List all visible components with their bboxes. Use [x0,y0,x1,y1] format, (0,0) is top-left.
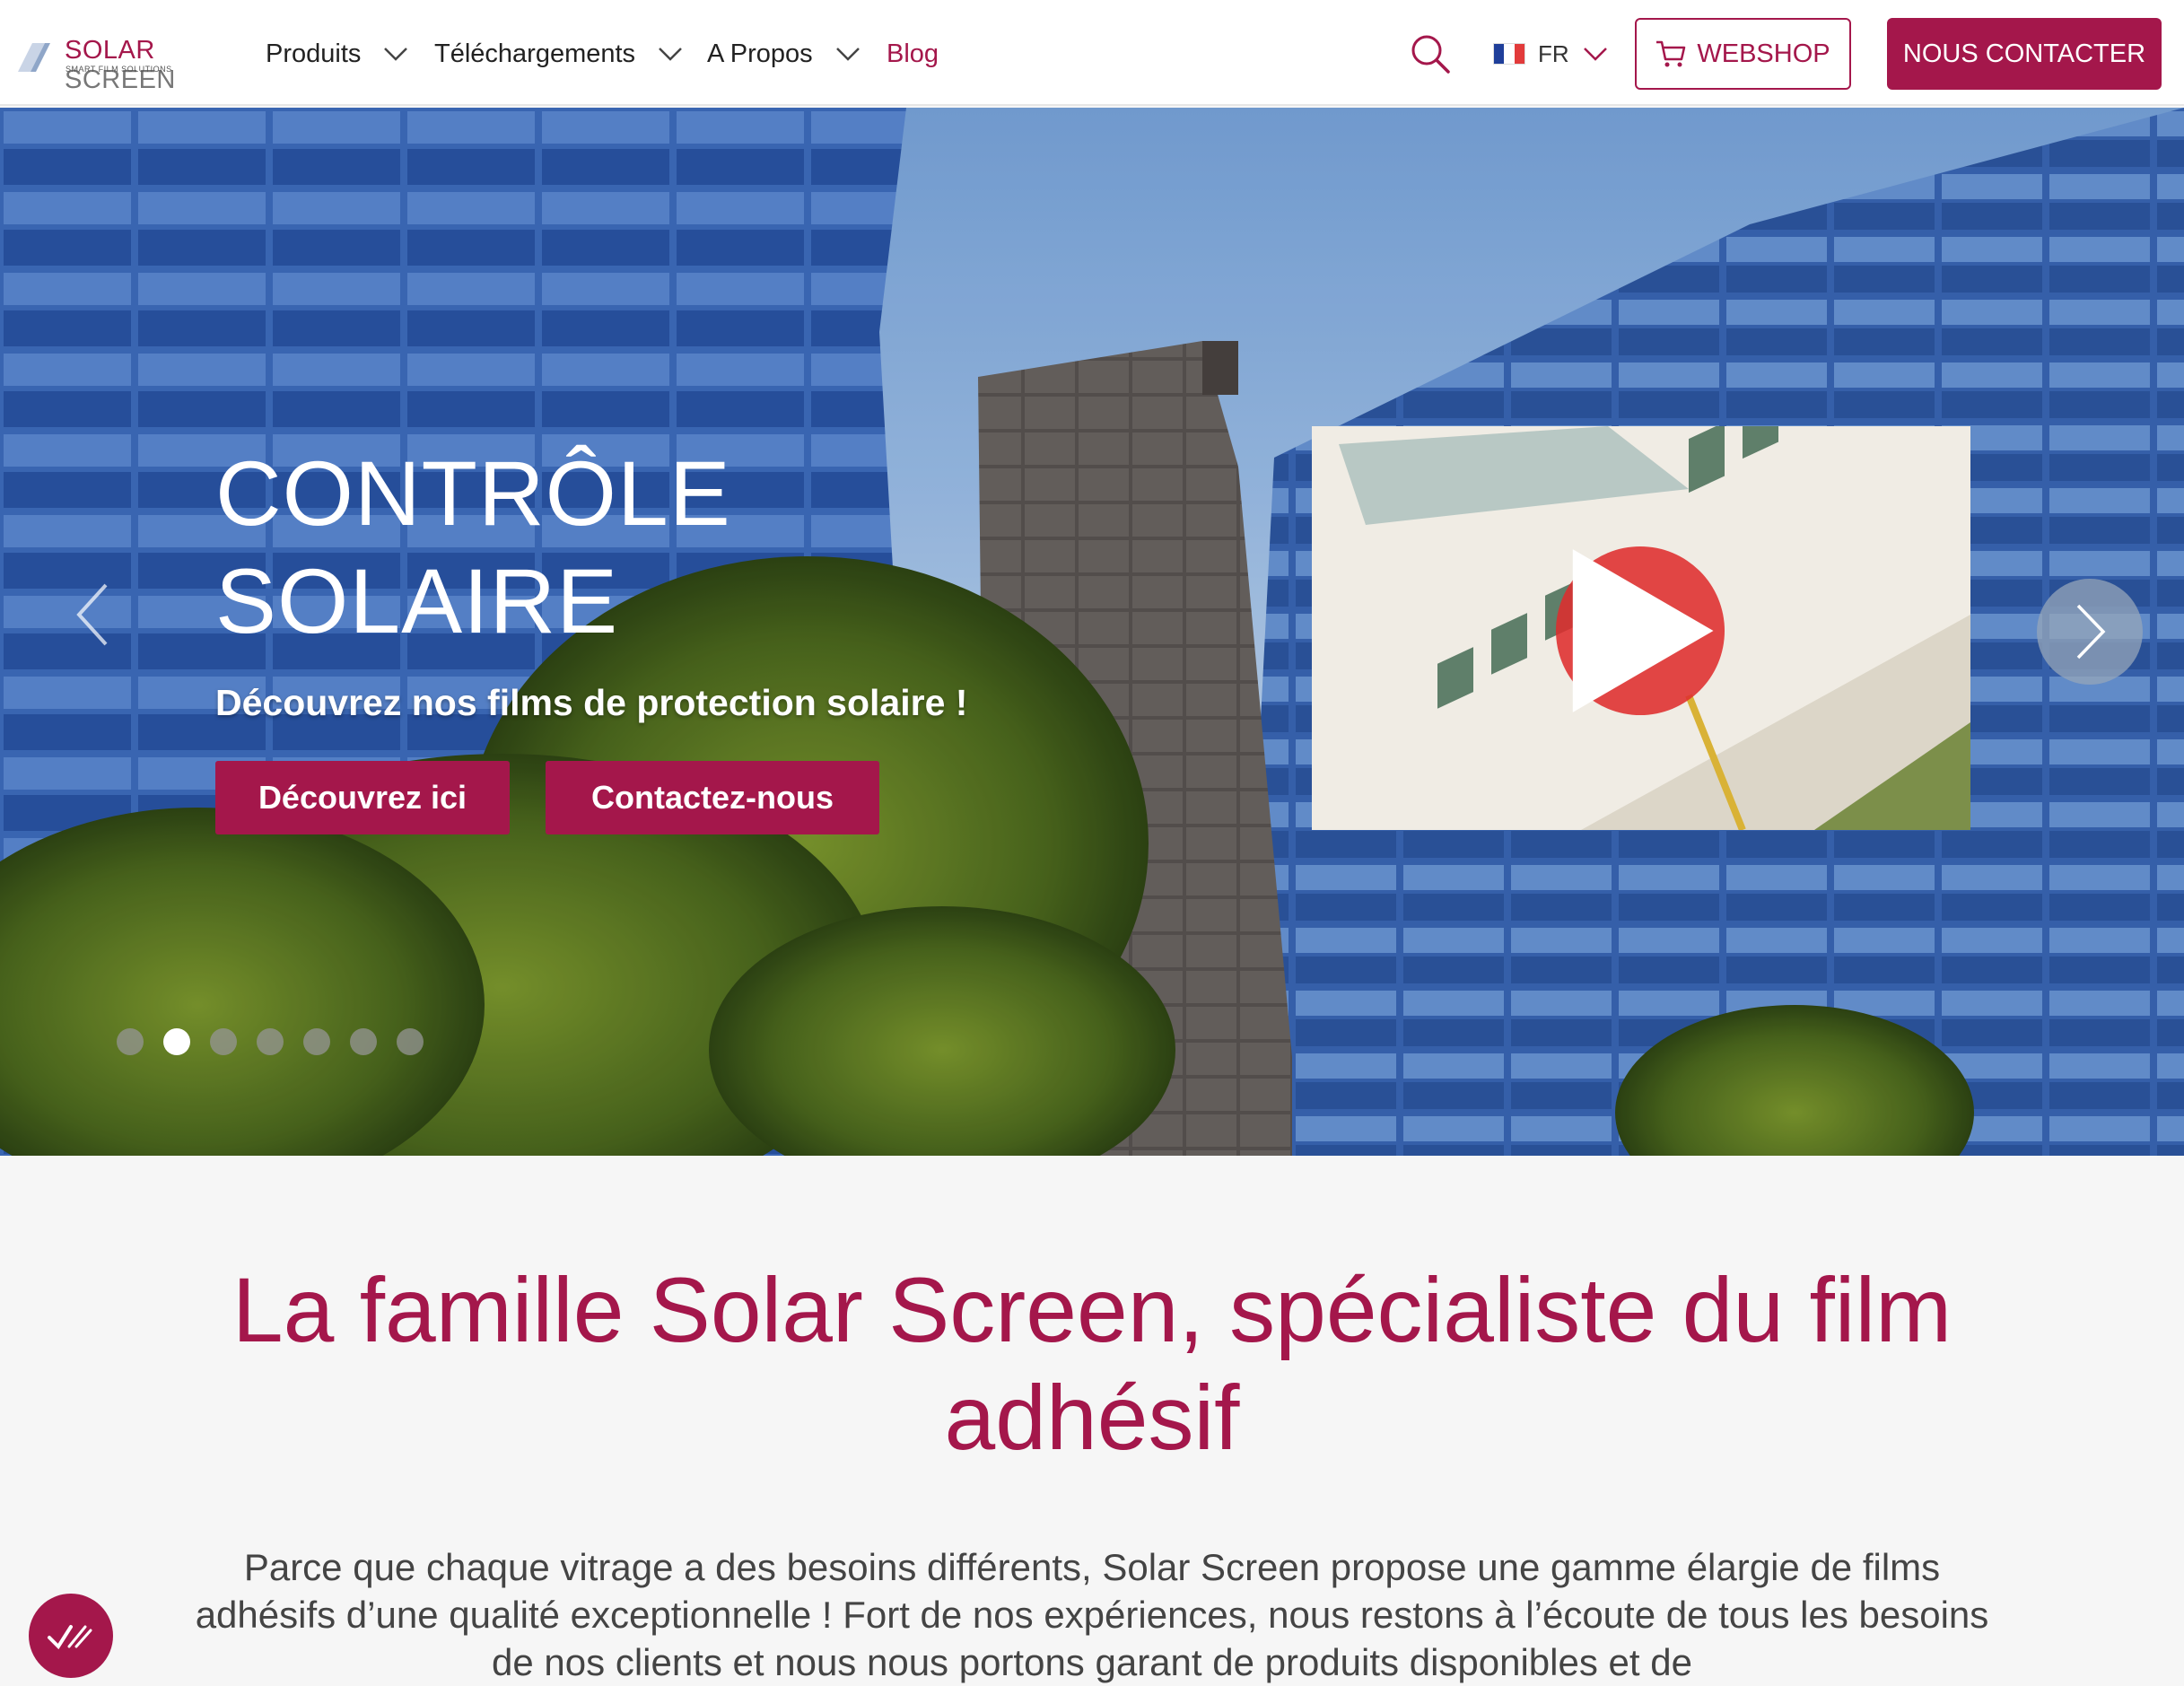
nav-item-label: Blog [887,39,939,68]
cookie-check-icon [48,1625,92,1650]
language-selector[interactable]: FR [1493,36,1609,72]
french-flag-icon [1493,43,1525,65]
webshop-label: WEBSHOP [1697,39,1830,68]
chevron-down-icon [835,48,860,61]
hero-slider: CONTRÔLE SOLAIRE Découvrez nos films de … [0,108,2184,1156]
language-code: FR [1538,39,1569,67]
chevron-down-icon [384,48,408,61]
nav-item-telechargements[interactable]: Téléchargements [434,36,684,72]
nav-item-label: Produits [266,39,362,68]
search-icon[interactable] [1409,32,1452,75]
nav-item-label: A Propos [707,39,813,68]
logo-tagline: SMART FILM SOLUTIONS [66,65,172,74]
webshop-button[interactable]: WEBSHOP [1635,18,1851,90]
nous-contacter-button[interactable]: NOUS CONTACTER [1887,18,2162,90]
shopping-cart-icon [1656,40,1686,67]
chevron-down-icon [1583,48,1607,61]
decouvrez-ici-button[interactable]: Découvrez ici [215,761,510,834]
nav-item-blog[interactable]: Blog [887,36,939,72]
slide-dot-1[interactable] [117,1028,144,1055]
hero-title-line2: SOLAIRE [215,550,619,652]
play-button[interactable] [1556,546,1725,715]
chevron-down-icon [659,48,682,61]
slide-dot-4[interactable] [257,1028,284,1055]
previous-slide-arrow-icon[interactable] [66,574,120,655]
chevron-right-icon [2076,604,2106,660]
intro-heading: La famille Solar Screen, spécialiste du … [232,1259,1952,1469]
cookie-consent-button[interactable] [29,1594,113,1678]
logo-solar-text: SOLAR [65,36,155,65]
hero-title-line1: CONTRÔLE [215,442,731,545]
contactez-nous-button[interactable]: Contactez-nous [546,761,879,834]
slide-dot-6[interactable] [350,1028,377,1055]
slide-dot-5[interactable] [303,1028,330,1055]
hero-subtitle: Découvrez nos films de protection solair… [215,682,968,723]
play-icon [1572,549,1714,712]
slide-dot-3[interactable] [210,1028,237,1055]
slide-dot-7[interactable] [397,1028,424,1055]
logo-mark-icon [18,43,50,72]
slide-dot-2[interactable] [163,1028,190,1055]
video-thumbnail[interactable] [1312,426,1970,830]
next-slide-button[interactable] [2037,579,2143,685]
nav-item-a-propos[interactable]: A Propos [707,36,861,72]
solar-screen-logo[interactable]: SOLAR SCREEN SMART FILM SOLUTIONS [14,32,239,94]
nav-item-produits[interactable]: Produits [266,36,409,72]
intro-paragraph: Parce que chaque vitrage a des besoins d… [195,1546,1989,1683]
hero-title: CONTRÔLE SOLAIRE [215,440,843,655]
slider-pagination [117,1028,424,1055]
top-navigation: SOLAR SCREEN SMART FILM SOLUTIONS Produi… [0,0,2184,106]
nav-item-label: Téléchargements [434,39,636,68]
